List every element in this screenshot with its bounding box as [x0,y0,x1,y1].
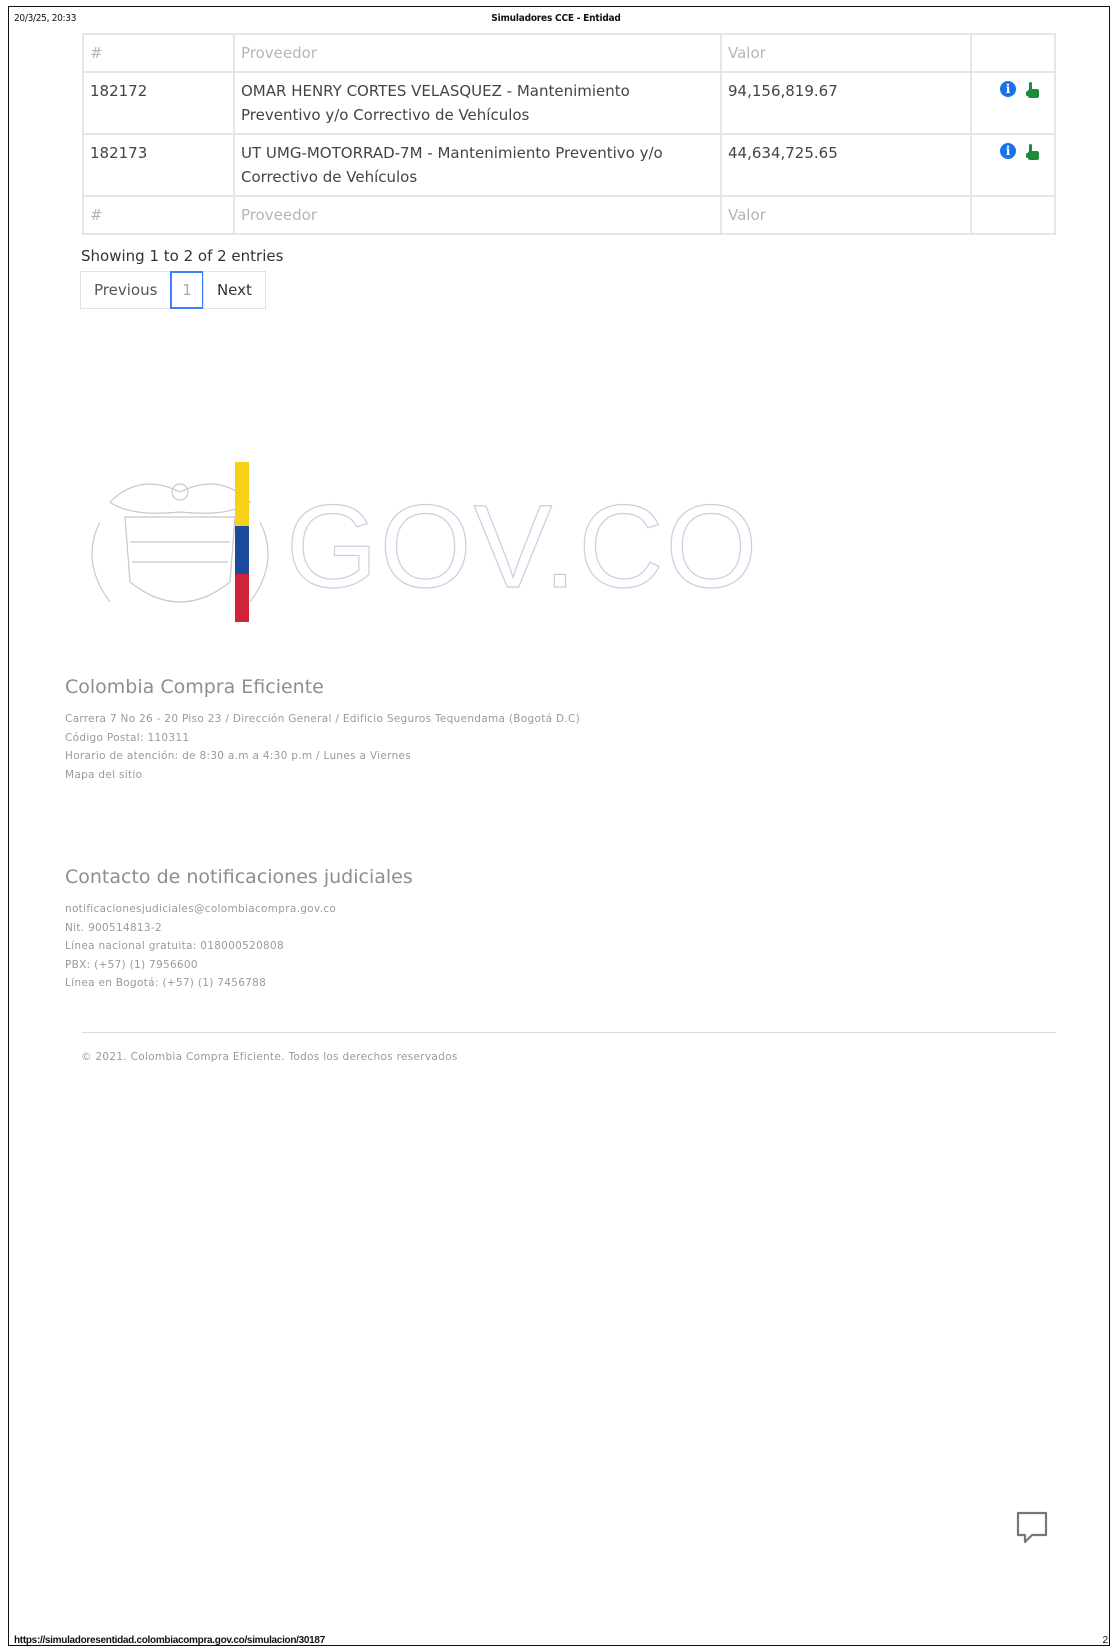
copyright-text: © 2021. Colombia Compra Eficiente. Todos… [81,1051,458,1063]
hand-pointer-icon[interactable] [1024,81,1042,99]
cell-valor: 44,634,725.65 [720,133,972,197]
bogota-line-text: Línea en Bogotá: (+57) (1) 7456788 [65,977,267,989]
row-actions: i [978,79,1048,99]
cell-actions: i [970,71,1056,135]
postal-text: Código Postal: 110311 [65,731,190,744]
header-actions [970,33,1056,73]
pagination: Previous 1 Next [80,271,266,309]
table-row: 182173 UT UMG-MOTORRAD-7M - Mantenimient… [82,133,1056,197]
print-url: https://simuladoresentidad.colombiacompr… [14,1635,325,1646]
judicial-contact-block: Contacto de notificaciones judiciales no… [65,866,413,993]
info-icon[interactable]: i [1000,81,1016,97]
sitemap-link[interactable]: Mapa del sitio [65,766,580,785]
pbx-text: PBX: (+57) (1) 7956600 [65,958,198,971]
national-line-text: Línea nacional gratuita: 018000520808 [65,940,284,952]
print-page-number: 2 [1102,1635,1108,1646]
nit-text: Nit. 900514813-2 [65,921,162,934]
footer-id: # [82,195,235,235]
cell-valor: 94,156,819.67 [720,71,972,135]
page-1-button[interactable]: 1 [170,271,204,309]
info-icon[interactable]: i [1000,143,1016,159]
entries-info: Showing 1 to 2 of 2 entries [81,247,284,265]
address-text: Carrera 7 No 26 - 20 Piso 23 / Dirección… [65,713,581,725]
judicial-title: Contacto de notificaciones judiciales [65,866,413,888]
results-table: # Proveedor Valor 182172 OMAR HENRY CORT… [82,33,1056,235]
footer-divider [82,1032,1056,1033]
chat-icon[interactable] [1015,1510,1049,1546]
header-proveedor[interactable]: Proveedor [233,33,722,73]
footer-actions [970,195,1056,235]
header-valor[interactable]: Valor [720,33,972,73]
cell-actions: i [970,133,1056,197]
cell-id: 182173 [82,133,235,197]
table-header-row: # Proveedor Valor [82,33,1056,73]
next-button[interactable]: Next [202,271,266,309]
hand-pointer-icon[interactable] [1024,143,1042,161]
flag-yellow-stripe [235,462,249,526]
previous-button[interactable]: Previous [80,271,172,309]
row-actions: i [978,141,1048,161]
cell-id: 182172 [82,71,235,135]
contact-block: Colombia Compra Eficiente Carrera 7 No 2… [65,676,580,784]
gov-co-logo-text: GOV.CO [286,481,759,613]
table-footer-row: # Proveedor Valor [82,195,1056,235]
table-row: 182172 OMAR HENRY CORTES VELASQUEZ - Man… [82,71,1056,135]
flag-red-stripe [235,574,249,622]
org-title: Colombia Compra Eficiente [65,676,324,698]
footer-valor: Valor [720,195,972,235]
footer-proveedor: Proveedor [233,195,722,235]
print-title: Simuladores CCE - Entidad [491,13,621,24]
header-id[interactable]: # [82,33,235,73]
cell-proveedor: UT UMG-MOTORRAD-7M - Mantenimiento Preve… [233,133,722,197]
hours-text: Horario de atención: de 8:30 a.m a 4:30 … [65,750,412,762]
gov-co-logo: GOV.CO [91,462,759,622]
email-link[interactable]: notificacionesjudiciales@colombiacompra.… [65,900,413,919]
cell-proveedor: OMAR HENRY CORTES VELASQUEZ - Mantenimie… [233,71,722,135]
flag-blue-stripe [235,526,249,574]
